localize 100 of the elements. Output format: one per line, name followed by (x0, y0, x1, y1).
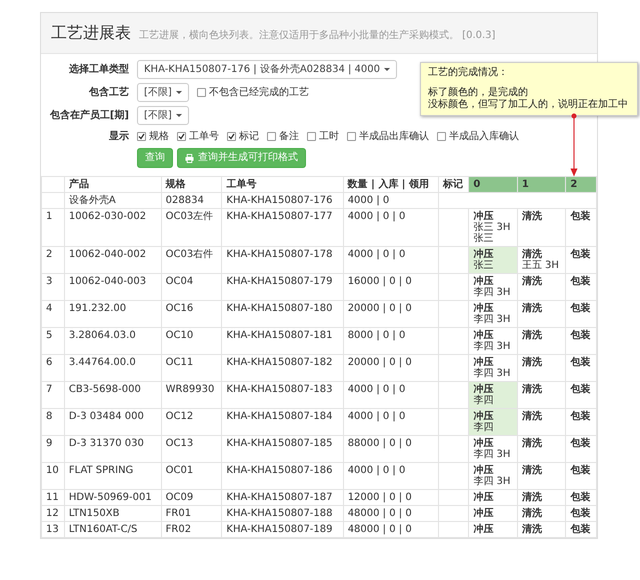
table-cell: OC04 (161, 274, 222, 300)
stage-name: 清洗 (522, 438, 543, 449)
stage-name: 包装 (570, 357, 592, 368)
table-cell: LTN150XB (64, 506, 162, 522)
row-number: 10 (42, 462, 64, 490)
stage-name: 包装 (570, 411, 592, 422)
row-number: 1 (42, 208, 64, 246)
table-cell: 20000 | 0 | 0 (343, 300, 438, 328)
checkbox-option[interactable]: 标记 (227, 129, 259, 144)
column-header: 2 (566, 176, 596, 192)
dropdown[interactable]: KHA-KHA150807-176 | 设备外壳A028834 | 4000 (137, 60, 398, 79)
checkbox-option[interactable]: 工时 (307, 129, 339, 144)
stage-name: 清洗 (522, 508, 543, 519)
stage-name: 冲压 (473, 211, 494, 222)
table-cell: FLAT SPRING (64, 462, 162, 490)
column-header: 0 (468, 176, 518, 192)
stage-name: 清洗 (522, 357, 543, 368)
checkbox-option[interactable]: 不包含已经完成的工艺 (196, 85, 309, 100)
stage-name: 包装 (570, 492, 592, 503)
table-cell: 48000 | 0 | 0 (343, 506, 438, 522)
stage-name: 包装 (570, 384, 592, 395)
table-cell: KHA-KHA150807-189 (222, 522, 344, 538)
table-cell: OC11 (161, 354, 222, 382)
stage-name: 冲压 (473, 524, 494, 535)
table-cell: OC09 (161, 490, 222, 506)
table-cell: KHA-KHA150807-188 (222, 506, 344, 522)
note-title: 工艺的完成情况： (428, 67, 509, 79)
stage-name: 冲压 (473, 411, 494, 422)
column-header: 产品 (64, 176, 162, 192)
table-cell: CB3-5698-000 (64, 382, 162, 408)
table-cell: KHA-KHA150807-183 (222, 382, 344, 408)
table-cell: KHA-KHA150807-176 (222, 192, 344, 208)
stage-name: 清洗 (522, 211, 543, 222)
table-cell: 4000 | 0 | 0 (343, 382, 438, 408)
table-cell: 16000 | 0 | 0 (343, 274, 438, 300)
row-number: 13 (42, 522, 64, 538)
checkbox-option[interactable]: 半成品出库确认 (347, 129, 429, 144)
stage-name: 冲压 (473, 357, 494, 368)
checkbox-option[interactable]: 半成品入库确认 (437, 129, 519, 144)
stage-name: 包装 (570, 524, 592, 535)
table-cell: 20000 | 0 | 0 (343, 354, 438, 382)
table-cell: 4000 | 0 | 0 (343, 208, 438, 246)
table-cell: 4000 | 0 | 0 (343, 462, 438, 490)
dropdown[interactable]: [不限] (137, 83, 189, 102)
worker-label: 李四 (473, 422, 494, 433)
stage-name: 冲压 (473, 276, 494, 287)
field-label: 选择工单类型 (68, 62, 129, 77)
table-cell: 4000 | 0 (343, 192, 438, 208)
stage-name: 冲压 (473, 384, 494, 395)
stage-name: 清洗 (522, 411, 543, 422)
table-cell: OC03左件 (161, 208, 222, 246)
stage-name: 包装 (570, 465, 592, 476)
stage-name: 清洗 (522, 384, 543, 395)
field-label: 显示 (108, 130, 129, 144)
stage-name: 清洗 (522, 492, 543, 503)
check-icon (178, 133, 185, 140)
checkbox-option[interactable]: 备注 (267, 129, 299, 144)
stage-name: 包装 (570, 249, 592, 260)
table-cell: 10062-040-003 (64, 274, 162, 300)
row-number: 6 (42, 354, 64, 382)
stage-name: 包装 (570, 330, 592, 341)
field-label: 包含在产员工[期] (48, 108, 129, 123)
stage-name: 冲压 (473, 438, 494, 449)
table-cell: D-3 03484 000 (64, 408, 162, 436)
stage-name: 冲压 (473, 492, 494, 503)
pointer-arrow (570, 114, 578, 176)
row-number: 11 (42, 490, 64, 506)
row-number: 7 (42, 382, 64, 408)
dropdown[interactable]: [不限] (137, 106, 189, 125)
table-cell: 12000 | 0 | 0 (343, 490, 438, 506)
field-label: 包含工艺 (88, 86, 129, 100)
worker-label: 李四 3H (473, 314, 512, 325)
stage-name: 包装 (570, 438, 592, 449)
stage-name: 包装 (570, 211, 592, 222)
checkbox-option[interactable]: 规格 (137, 129, 169, 144)
column-header: 标记 (438, 176, 469, 192)
worker-label: 王五 3H (522, 260, 560, 271)
column-header: 规格 (161, 176, 222, 192)
table-cell: 3.44764.00.0 (64, 354, 162, 382)
table-cell: KHA-KHA150807-180 (222, 300, 344, 328)
stage-name: 包装 (570, 508, 592, 519)
stage-name: 清洗 (522, 303, 543, 314)
table-cell: 191.232.00 (64, 300, 162, 328)
checkbox-option[interactable]: 工单号 (177, 129, 219, 144)
worker-label: 张三 3H (473, 222, 512, 233)
table-cell: HDW-50969-001 (64, 490, 162, 506)
row-number: 4 (42, 300, 64, 328)
table-cell: KHA-KHA150807-185 (222, 436, 344, 462)
table-cell: KHA-KHA150807-184 (222, 408, 344, 436)
stage-name: 冲压 (473, 508, 494, 519)
column-header: 工单号 (222, 176, 344, 192)
worker-label: 李四 3H (473, 287, 512, 298)
row-number: 8 (42, 408, 64, 436)
table-cell: 48000 | 0 | 0 (343, 522, 438, 538)
stage-name: 清洗 (522, 276, 543, 287)
worker-label: 李四 (473, 395, 494, 406)
stage-name: 清洗 (522, 524, 543, 535)
table-cell: 4000 | 0 | 0 (343, 246, 438, 274)
table-cell: 10062-030-002 (64, 208, 162, 246)
stage-name: 包装 (570, 276, 592, 287)
